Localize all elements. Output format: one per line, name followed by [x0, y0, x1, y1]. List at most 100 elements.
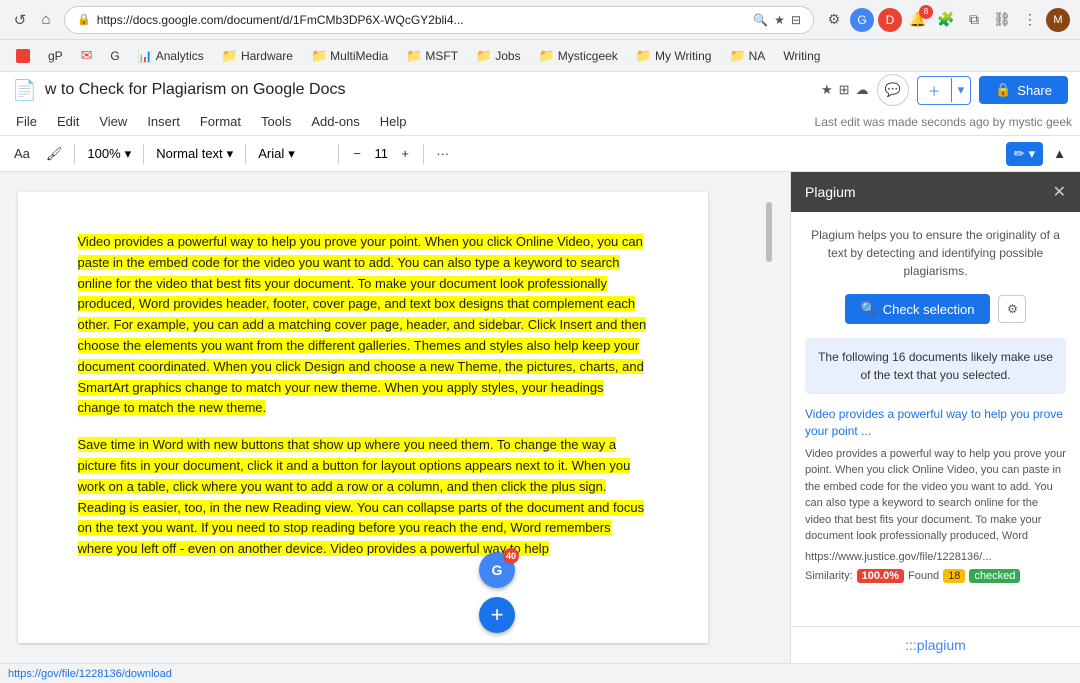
zoom-value: 100% — [87, 146, 120, 161]
browser-actions: ⚙ G D 🔔 8 🧩 ⧉ ⛓ ⋮ M — [822, 8, 1070, 32]
gdocs-logo: 📄 — [12, 78, 37, 103]
font-select[interactable]: Arial ▾ — [252, 140, 332, 168]
collapse-button[interactable]: ▲ — [1047, 140, 1072, 168]
folder-icon6: 📁 — [636, 48, 652, 64]
bookmark-writing[interactable]: Writing — [775, 46, 828, 66]
na-label: NA — [749, 49, 766, 63]
style-select[interactable]: Normal text ▾ — [150, 140, 239, 168]
profile-d-icon[interactable]: D — [878, 8, 902, 32]
address-bar[interactable]: 🔒 https://docs.google.com/document/d/1Fm… — [64, 6, 814, 34]
scrollbar-thumb[interactable] — [766, 202, 772, 262]
chat-badge: 40 — [503, 548, 519, 564]
zoom-select[interactable]: 100% ▾ — [81, 140, 137, 168]
refresh-icon[interactable]: ↺ — [10, 10, 30, 30]
panel-close-button[interactable]: ✕ — [1053, 182, 1066, 202]
spellcheck-icon: Aa — [14, 146, 30, 161]
similarity-badge: 100.0% — [857, 569, 904, 583]
menu-file[interactable]: File — [8, 111, 45, 132]
menu-format[interactable]: Format — [192, 111, 249, 132]
menu-addons[interactable]: Add-ons — [303, 111, 367, 132]
bookmark-hardware[interactable]: 📁 Hardware — [214, 45, 301, 67]
menu-view[interactable]: View — [91, 111, 135, 132]
menu-tools[interactable]: Tools — [253, 111, 299, 132]
star-icon[interactable]: ★ — [821, 82, 833, 98]
comment-button[interactable]: 💬 — [877, 74, 909, 106]
connect-icon[interactable]: ⛓ — [990, 8, 1014, 32]
plus-button[interactable]: + — [479, 597, 515, 633]
toolbar-sep1 — [74, 144, 75, 164]
g-chat-button[interactable]: G 40 — [479, 552, 515, 588]
search-icon: 🔍 — [753, 13, 768, 27]
bookmarks-bar: gP ✉ G 📊 Analytics 📁 Hardware 📁 MultiMed… — [0, 40, 1080, 72]
bookmark-mysticgeek[interactable]: 📁 Mysticgeek — [531, 45, 626, 67]
toolbar-sep5 — [423, 144, 424, 164]
edit-mode-button[interactable]: ✏ ▾ — [1006, 142, 1043, 166]
font-value: Arial — [258, 146, 284, 161]
bookmark-youtube[interactable] — [8, 46, 38, 66]
cloud-icon[interactable]: ☁ — [856, 82, 869, 98]
bookmark-star-icon[interactable]: ★ — [774, 13, 785, 27]
style-arrow-icon: ▾ — [227, 146, 234, 162]
info-box: The following 16 documents likely make u… — [805, 338, 1066, 394]
bookmark-google[interactable]: G — [102, 46, 127, 66]
menu-insert[interactable]: Insert — [139, 111, 188, 132]
more-formatting-button[interactable]: ··· — [430, 140, 455, 168]
menu-dots-icon[interactable]: ⋮ — [1018, 8, 1042, 32]
folder-icon4: 📁 — [476, 48, 492, 64]
home-icon[interactable]: ⌂ — [36, 10, 56, 30]
paint-format-button[interactable]: 🖌 — [40, 140, 69, 168]
vertical-scrollbar[interactable] — [765, 192, 773, 643]
user-avatar[interactable]: M — [1046, 8, 1070, 32]
analytics-label: Analytics — [156, 49, 204, 63]
status-url[interactable]: https://gov/file/1228136/download — [8, 668, 172, 680]
bookmark-jobs[interactable]: 📁 Jobs — [468, 45, 529, 67]
menu-help[interactable]: Help — [372, 111, 415, 132]
puzzle-icon[interactable]: 🧩 — [934, 8, 958, 32]
similarity-label: Similarity: — [805, 570, 853, 582]
add-button[interactable]: ＋ ▾ — [917, 76, 972, 105]
doc-area[interactable]: Video provides a powerful way to help yo… — [0, 172, 790, 663]
toolbar-sep3 — [245, 144, 246, 164]
add-btn-arrow[interactable]: ▾ — [951, 78, 971, 102]
writing-label: Writing — [783, 49, 820, 63]
toolbar-right: ✏ ▾ ▲ — [1006, 140, 1072, 168]
bookmark-msft[interactable]: 📁 MSFT — [398, 45, 466, 67]
check-selection-button[interactable]: 🔍 Check selection — [845, 294, 991, 324]
doc-page[interactable]: Video provides a powerful way to help yo… — [18, 192, 708, 643]
bookmark-gmail[interactable]: ✉ — [73, 44, 101, 67]
bookmark-multimedia[interactable]: 📁 MultiMedia — [303, 45, 396, 67]
cast-icon[interactable]: ⊟ — [791, 13, 801, 27]
checked-badge: checked — [969, 569, 1020, 583]
highlighted-text-1: Video provides a powerful way to help yo… — [78, 234, 647, 415]
browser-bar: ↺ ⌂ 🔒 https://docs.google.com/document/d… — [0, 0, 1080, 40]
size-increase-button[interactable]: + — [393, 142, 417, 166]
bookmark-analytics[interactable]: 📊 Analytics — [130, 46, 212, 66]
doc-paragraph-1: Video provides a powerful way to help yo… — [78, 232, 648, 419]
toolbar: Aa 🖌 100% ▾ Normal text ▾ Arial ▾ − 11 +… — [0, 136, 1080, 172]
search-icon2: 🔍 — [861, 301, 877, 317]
bookmark-na[interactable]: 📁 NA — [721, 45, 773, 67]
multimedia-label: MultiMedia — [330, 49, 388, 63]
notifications-icon[interactable]: 🔔 8 — [906, 8, 930, 32]
info-text: The following 16 documents likely make u… — [818, 350, 1053, 382]
size-decrease-button[interactable]: − — [345, 142, 369, 166]
settings-button[interactable]: ⚙ — [998, 295, 1026, 323]
lock-icon: 🔒 — [77, 13, 91, 26]
extensions-icon[interactable]: ⚙ — [822, 8, 846, 32]
doc-title[interactable]: w to Check for Plagiarism on Google Docs — [45, 81, 813, 99]
style-value: Normal text — [156, 146, 222, 161]
bookmark-gp[interactable]: gP — [40, 46, 71, 66]
result-url: https://www.justice.gov/file/1228136/... — [805, 551, 1066, 563]
spell-check-button[interactable]: Aa — [8, 140, 36, 168]
doc-title-icons: ★ ⊞ ☁ — [821, 82, 869, 98]
add-btn-main[interactable]: ＋ — [918, 77, 951, 104]
result-link[interactable]: Video provides a powerful way to help yo… — [805, 406, 1066, 440]
save-to-drive-icon[interactable]: ⊞ — [839, 82, 850, 98]
bookmark-mywriting[interactable]: 📁 My Writing — [628, 45, 720, 67]
copy-icon[interactable]: ⧉ — [962, 8, 986, 32]
share-button[interactable]: 🔒 Share — [979, 76, 1068, 104]
jobs-label: Jobs — [495, 49, 520, 63]
menu-edit[interactable]: Edit — [49, 111, 87, 132]
profile-g-icon[interactable]: G — [850, 8, 874, 32]
size-controls: − 11 + — [345, 142, 417, 166]
